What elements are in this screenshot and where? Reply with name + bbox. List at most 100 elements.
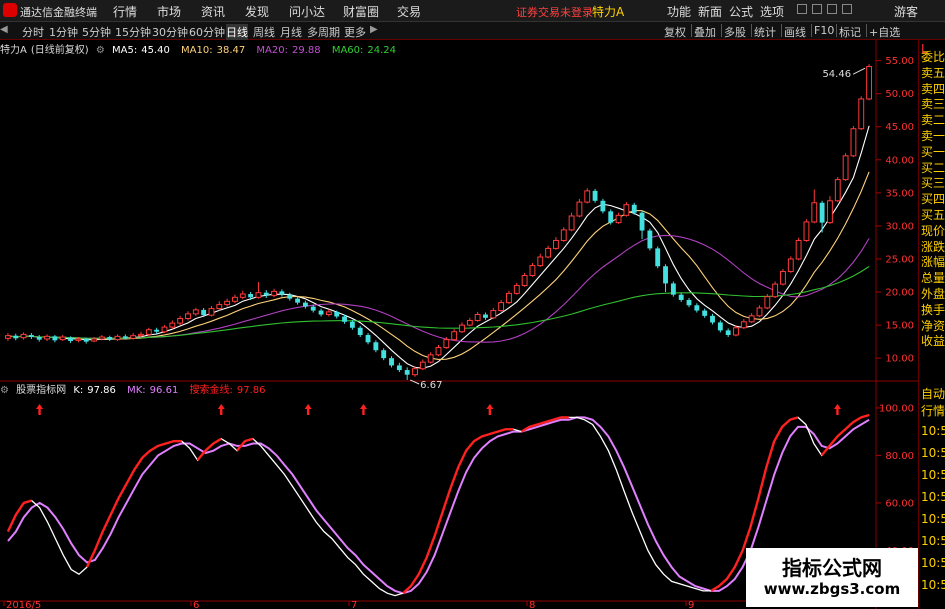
candle-body-down [389,358,394,366]
nav-right-icon[interactable]: ▶ [370,24,378,35]
period-60min[interactable]: 60分钟 [189,24,225,40]
candle-body-down [287,294,293,299]
sidebar-field-label[interactable]: 买二 [921,161,945,175]
candle-body-down [107,337,113,340]
sidebar-field-label[interactable]: 买一 [921,145,945,159]
tool-multi-stock[interactable]: 多股 [724,24,746,40]
candle-body-up [271,290,278,296]
nav-left-icon[interactable]: ◀ [0,24,8,35]
candle-body-down [608,211,614,223]
login-warning[interactable]: 证券交易未登录 [516,4,593,20]
candle-body-up [850,128,857,157]
menu-item-xiaoda[interactable]: 问小达 [289,3,325,20]
candle-body-up [545,247,552,258]
period-1min[interactable]: 1分钟 [49,24,78,40]
candle-body-down [36,337,42,340]
menu-item-market[interactable]: 行情 [113,3,137,20]
signal-segment [765,440,776,468]
signal-segment [6,514,17,532]
period-monthly[interactable]: 月线 [280,24,302,40]
period-more[interactable]: 更多 [344,24,366,40]
menu-item-trade[interactable]: 交易 [397,3,421,20]
signal-segment [125,469,136,485]
signal-segment [741,526,752,551]
period-30min[interactable]: 30分钟 [152,24,188,40]
menu-item-options[interactable]: 选项 [760,3,784,20]
candle-body-up [787,258,794,273]
candle-body-down [83,338,89,342]
menu-item-new-page[interactable]: 新面 [698,3,722,20]
candle-body-up [75,338,82,341]
window-close-icon[interactable] [842,4,852,14]
sidebar-field-label[interactable]: 净资 [921,319,945,333]
candle-body-up [325,311,332,316]
period-15min[interactable]: 15分钟 [115,24,151,40]
candle-body-down [342,316,347,322]
signal-segment [14,502,25,516]
menu-item-news[interactable]: 资讯 [201,3,225,20]
menu-item-functions[interactable]: 功能 [667,3,691,20]
high-label: 54.46 [822,69,851,80]
period-tick[interactable]: 分时 [22,24,44,40]
candle-body-down [819,202,825,223]
tool-mark[interactable]: 标记 [839,24,861,40]
sidebar-bottom-button[interactable]: 自动 [921,387,945,401]
sidebar-field-label[interactable]: 买三 [921,176,945,190]
line-ma5 [7,125,870,369]
sidebar-field-label[interactable]: 卖一 [921,129,945,143]
menu-item-formula[interactable]: 公式 [729,3,753,20]
sidebar-bottom-button[interactable]: 行情 [921,404,945,418]
sidebar-field-label[interactable]: 卖五 [921,66,945,80]
sidebar-field-label[interactable]: 买四 [921,192,945,206]
sidebar-field-label[interactable]: 买五 [921,208,945,222]
sidebar-field-label[interactable]: 外盘 [921,287,945,301]
sidebar-time-label: 10:50 [921,512,945,526]
chart-area[interactable]: 54.46 6.67 10.00 15.00 20.00 25.00 30.00 35.00… [0,40,918,609]
candle-body-up [224,300,231,306]
period-daily[interactable]: 日线 [226,24,248,40]
tool-stats[interactable]: 统计 [754,24,776,40]
tool-add-watchlist[interactable]: +自选 [869,24,900,40]
sidebar-field-label[interactable]: 涨幅 [921,255,945,269]
sidebar-field-label[interactable]: 卖四 [921,82,945,96]
period-5min[interactable]: 5分钟 [82,24,111,40]
sidebar-field-label[interactable]: 现价 [921,224,945,238]
window-minimize-icon[interactable] [812,4,822,14]
menu-item-discover[interactable]: 发现 [245,3,269,20]
window-maximize-icon[interactable] [827,4,837,14]
menu-item-markets[interactable]: 市场 [157,3,181,20]
tool-adjust[interactable]: 复权 [664,24,686,40]
candle-body-down [483,314,488,318]
signal-segment [417,557,428,575]
sidebar-field-label[interactable]: 收益 [921,334,945,348]
guest-label[interactable]: 游客 [894,3,918,20]
sidebar-field-label[interactable]: 涨跌 [921,240,945,254]
signal-segment [465,440,475,452]
candle-body-down [600,200,606,212]
signal-segment [489,430,499,436]
sidebar-field-label[interactable]: 卖三 [921,97,945,111]
sidebar-field-label[interactable]: 换手 [921,303,945,317]
period-multi[interactable]: 多周期 [307,24,340,40]
signal-segment [196,449,207,461]
tool-overlay[interactable]: 叠加 [694,24,716,40]
buy-arrow-icon [833,404,841,415]
indicator-axis: 40.0060.0080.00100.00 [876,403,914,557]
candle-body-up [412,368,418,376]
sidebar-field-label[interactable]: 卖二 [921,113,945,127]
stock-name-title: 特力A [592,5,625,19]
candle-body-down [717,322,723,331]
candle-body-down [279,291,285,295]
watermark-title: 指标公式网 [782,556,882,580]
candle-body-up [529,265,536,277]
menu-item-wealth[interactable]: 财富圈 [343,3,379,20]
sidebar-field-label[interactable]: 委比 [921,50,945,64]
tool-f10[interactable]: F10 [814,24,834,37]
window-restore-icon[interactable] [797,4,807,14]
candle-body-up [59,336,66,341]
signal-segment [733,549,744,568]
candle-body-up [795,239,802,260]
sidebar-field-label[interactable]: 总量 [921,271,945,285]
tool-draw[interactable]: 画线 [784,24,806,40]
period-weekly[interactable]: 周线 [253,24,275,40]
